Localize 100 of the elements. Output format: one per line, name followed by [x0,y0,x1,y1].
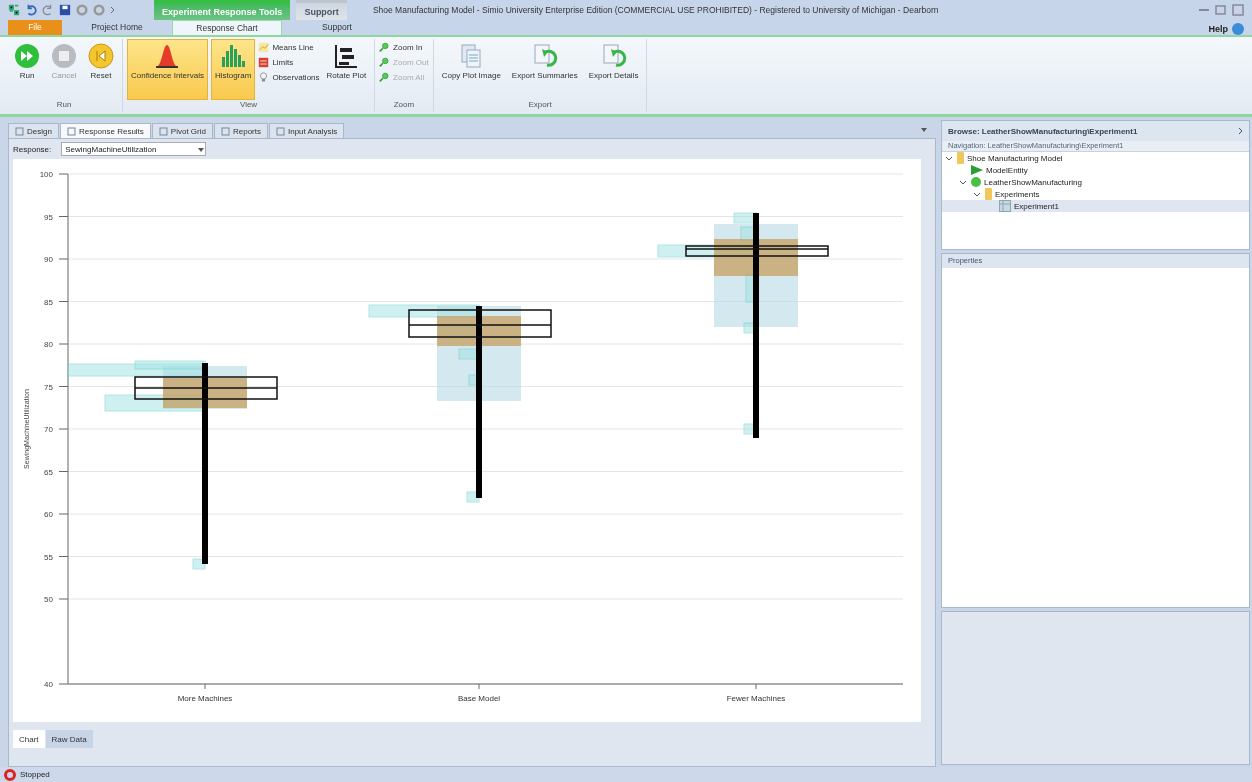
magnifier-icon [379,72,391,83]
ribbon-group-label: Export [527,100,553,111]
y-tick-label: 70 [44,425,53,434]
ribbon-small-button[interactable]: Observations [258,72,320,83]
histogram-bar [733,212,757,224]
tree-label: LeatherShowManufacturing [984,177,1082,187]
y-tick-label: 75 [44,382,53,392]
tree-label: Experiments [995,189,1040,199]
ribbon-small-button[interactable]: Zoom In [379,42,429,53]
document-tab[interactable]: Input Analysis [268,123,345,138]
status-text: Stopped [20,770,50,779]
histogram-bar [192,558,206,570]
ribbon-button[interactable]: Confidence Intervals [127,39,208,100]
y-tick-label: 100 [39,170,53,179]
ribbon-group-label: Zoom [392,100,416,111]
tree-item[interactable]: LeatherShowManufacturing [942,176,1249,188]
y-tick-label: 50 [44,595,53,604]
table-icon [999,200,1011,212]
lightbulb-icon [258,72,270,83]
tree-item[interactable]: Experiment1 [942,200,1249,212]
document-tab[interactable]: Design [8,123,59,138]
response-label: Response: [13,144,52,154]
dropdown-caret-icon[interactable] [197,145,206,153]
dropdown-caret-icon[interactable] [920,125,928,133]
y-tick-label: 80 [44,340,53,349]
x-tick-label: Fewer Machines [726,694,786,703]
tree-label: Shoe Manufacturing Model [967,153,1063,163]
y-tick-label: 60 [44,510,53,519]
y-tick-label: 65 [44,467,53,477]
browse-title: Browse: LeatherShowManufacturing\Experiment1 [948,126,1138,136]
document-tab[interactable]: Response Results [59,123,151,138]
play-icon [14,43,40,69]
y-tick-label: 95 [44,212,53,222]
circle-icon [93,4,105,16]
y-tick-label: 40 [44,680,53,689]
ribbon-tab[interactable]: Response Chart [172,20,282,35]
tab-icon [66,126,76,136]
response-dropdown[interactable]: SewingMachineUtilization [61,142,207,156]
ribbon-button[interactable]: Histogram [210,39,256,100]
triangle-icon [971,165,983,175]
ribbon-button[interactable]: Export Details [584,39,643,100]
stop-icon [4,768,16,781]
export-icon [531,43,558,69]
stop-icon [51,43,77,69]
tree-item[interactable]: ModelEntity [942,164,1249,176]
ribbon-tab[interactable]: Project Home [62,20,172,35]
ribbon-button[interactable]: Copy Plot Image [437,39,505,100]
ribbon-button[interactable]: Run [10,39,44,100]
expand-caret-icon[interactable] [974,191,980,197]
app-logo-icon [8,4,20,16]
y-tick-label: 85 [44,297,53,307]
tree-label: Experiment1 [1014,201,1059,211]
folder-icon [957,152,964,164]
ribbon-small-button[interactable]: Means Line [258,42,320,53]
rewind-icon [88,43,114,69]
view-tab[interactable]: Raw Data [45,730,93,748]
circle-icon [76,4,88,16]
window-title: Shoe Manufacturing Model - Simio University Enterprise Edition (COMMERCIAL USE PROHIBITED) - Registered to University of Michigan - Dearborn [371,5,940,15]
redo-icon [42,4,54,16]
magnifier-icon [379,57,391,68]
view-tab[interactable]: Chart [13,730,45,748]
magnifier-icon [379,42,391,53]
ribbon-tab[interactable]: Support [282,20,392,35]
tab-icon [220,126,230,136]
save-icon [59,4,71,16]
circle-icon [971,177,981,187]
ribbon-group-label: Run [55,100,73,111]
ribbon-group-label: View [238,100,259,111]
expand-caret-icon[interactable] [960,179,966,185]
tree-item[interactable]: Shoe Manufacturing Model [942,152,1249,164]
folder-icon [985,188,992,200]
expand-caret-icon[interactable] [946,155,952,161]
export-icon [600,43,627,69]
ribbon-button[interactable]: Rotate Plot [322,39,371,100]
histogram-icon [220,43,247,69]
contextual-tab-header: Experiment Response Tools [154,0,291,20]
y-tick-label: 55 [44,552,53,562]
x-tick-label: Base Model [457,694,501,703]
tree-label: ModelEntity [986,165,1028,175]
ribbon-button[interactable]: Export Summaries [507,39,582,100]
limits-icon [258,57,270,68]
document-tab[interactable]: Pivot Grid [151,123,213,138]
bell-curve-icon [154,43,181,69]
line-chart-icon [258,42,270,53]
ribbon-small-button[interactable]: Limits [258,57,320,68]
ribbon-button[interactable]: Reset [84,39,118,100]
tab-icon [15,126,24,136]
histogram-bar [466,491,480,503]
globe-icon [1232,23,1244,35]
undo-icon [25,4,37,16]
tab-icon [275,126,285,136]
contextual-tab-header: Support [296,0,347,20]
y-tick-label: 90 [44,255,53,264]
tree-item[interactable]: Experiments [942,188,1249,200]
rotate-plot-icon [333,43,360,69]
help-link[interactable]: Help [1208,24,1228,34]
chevron-icon[interactable] [1238,127,1243,135]
tab-icon [158,126,168,136]
x-tick-label: More Machines [177,694,233,703]
document-tab[interactable]: Reports [213,123,268,138]
